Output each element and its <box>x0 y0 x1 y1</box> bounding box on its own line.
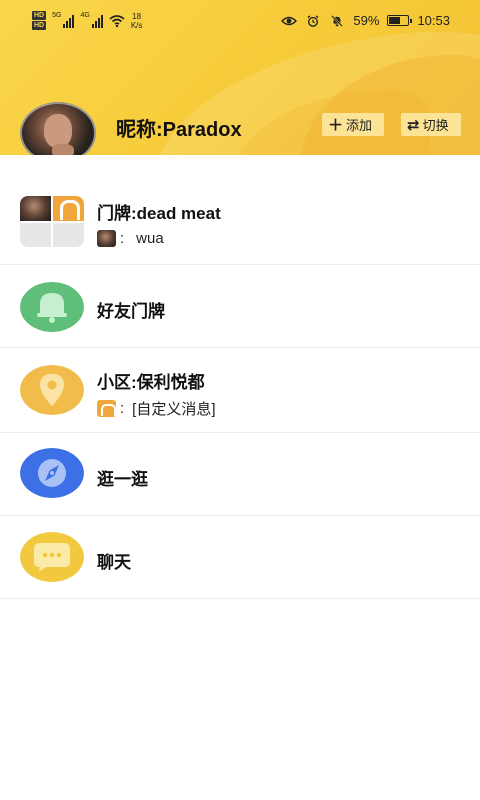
swap-icon: ⇄ <box>407 116 420 134</box>
list-item-subtitle: : wua <box>97 230 164 247</box>
signal-icon <box>91 14 103 28</box>
doorplate-group-icon <box>20 196 84 247</box>
clock: 10:53 <box>417 13 450 28</box>
list-item-subtitle: : [自定义消息] <box>97 398 216 419</box>
status-bar: HD HD 5G 4G 18 K/s 59% 10:53 <box>0 0 480 42</box>
list-item-title: 好友门牌 <box>97 302 165 321</box>
chat-bubble-icon <box>20 532 84 582</box>
network-type-label: 4G <box>80 11 90 19</box>
eye-icon <box>281 16 298 25</box>
profile-header: HD HD 5G 4G 18 K/s 59% 10:53 昵称:Paradox … <box>0 0 480 155</box>
entry-list: 门牌:dead meat : wua 好友门牌 小区:保利悦都 : [自定义消息… <box>0 180 480 599</box>
switch-button-label: 切换 <box>422 118 449 133</box>
list-item-friend-doorplate[interactable]: 好友门牌 <box>0 265 480 348</box>
list-item-browse[interactable]: 逛一逛 <box>0 433 480 516</box>
network-speed: 18 K/s <box>130 12 143 30</box>
list-item-title: 逛一逛 <box>97 470 148 489</box>
hd-icon: HD HD <box>32 11 47 30</box>
bell-icon <box>20 282 84 332</box>
plus-icon: ＋ <box>328 117 344 134</box>
list-item-community[interactable]: 小区:保利悦都 : [自定义消息] <box>0 348 480 433</box>
list-item-chat[interactable]: 聊天 <box>0 516 480 599</box>
alarm-icon <box>307 14 319 27</box>
list-item-title: 门牌:dead meat <box>97 204 221 223</box>
compass-icon <box>20 448 84 498</box>
mute-bell-icon <box>331 14 344 27</box>
list-item-title: 聊天 <box>97 553 131 572</box>
list-item-doorplate[interactable]: 门牌:dead meat : wua <box>0 180 480 265</box>
location-pin-icon <box>20 365 84 415</box>
switch-button[interactable]: ⇄ 切换 <box>401 113 461 136</box>
add-button-label: 添加 <box>346 118 373 133</box>
list-item-title: 小区:保利悦都 <box>97 373 205 392</box>
battery-icon <box>387 15 413 26</box>
network-type-label: 5G <box>52 11 62 19</box>
wifi-icon <box>109 15 125 27</box>
doorplate-icon <box>97 400 116 417</box>
signal-icon <box>63 14 75 28</box>
avatar <box>97 230 116 247</box>
add-button[interactable]: ＋ 添加 <box>322 113 384 136</box>
battery-percent: 59% <box>353 13 380 28</box>
nickname: 昵称:Paradox <box>116 119 242 141</box>
avatar[interactable] <box>20 102 96 155</box>
